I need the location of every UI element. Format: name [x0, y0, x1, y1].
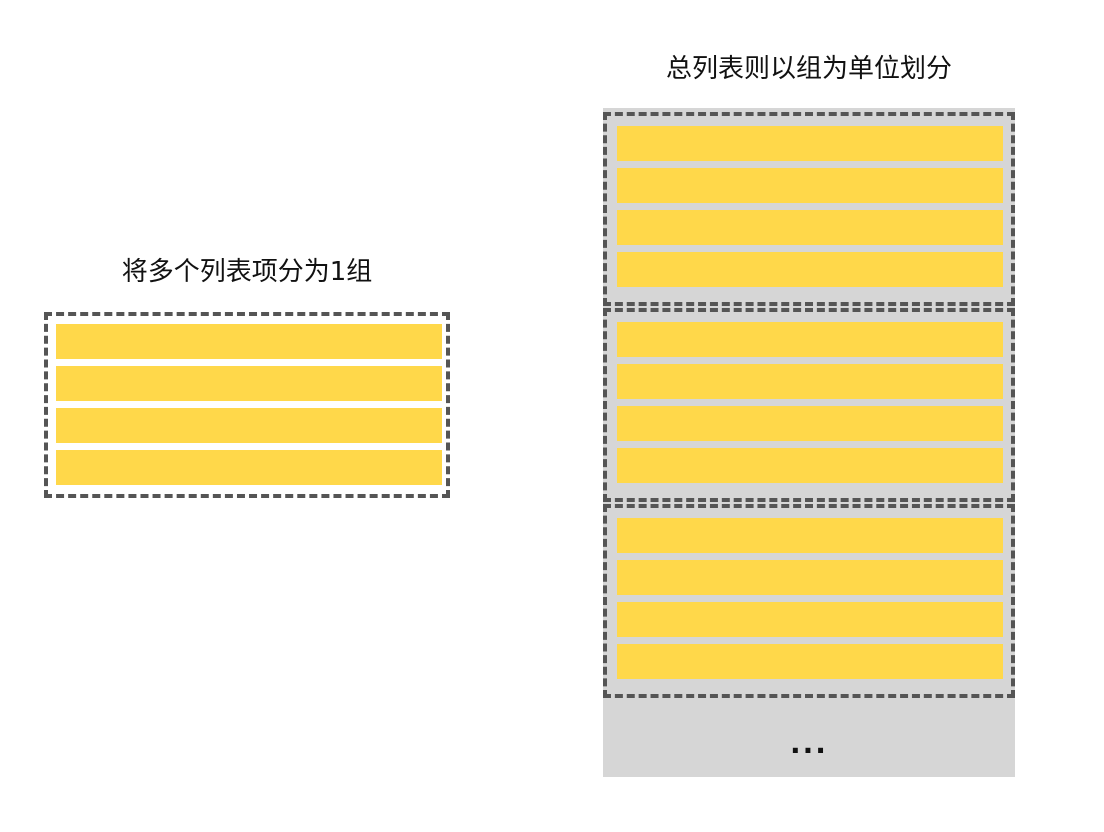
single-group: [44, 312, 450, 498]
single-group-caption: 将多个列表项分为1组: [121, 257, 373, 287]
list-item: [617, 644, 1003, 679]
list-item: [617, 518, 1003, 553]
list-item: [617, 364, 1003, 399]
total-list: ...: [603, 108, 1015, 777]
list-item: [617, 168, 1003, 203]
list-item: [56, 366, 442, 401]
list-item: [617, 560, 1003, 595]
list-item: [56, 408, 442, 443]
list-item: [617, 322, 1003, 357]
group-3: [603, 504, 1015, 698]
list-item: [617, 252, 1003, 287]
list-item: [617, 448, 1003, 483]
list-item: [56, 324, 442, 359]
list-item: [56, 450, 442, 485]
more-groups-ellipsis: ...: [790, 727, 828, 760]
list-item: [617, 126, 1003, 161]
total-list-caption: 总列表则以组为单位划分: [665, 54, 952, 84]
group-1: [603, 112, 1015, 306]
list-item: [617, 406, 1003, 441]
list-item: [617, 210, 1003, 245]
list-item: [617, 602, 1003, 637]
group-2: [603, 308, 1015, 502]
